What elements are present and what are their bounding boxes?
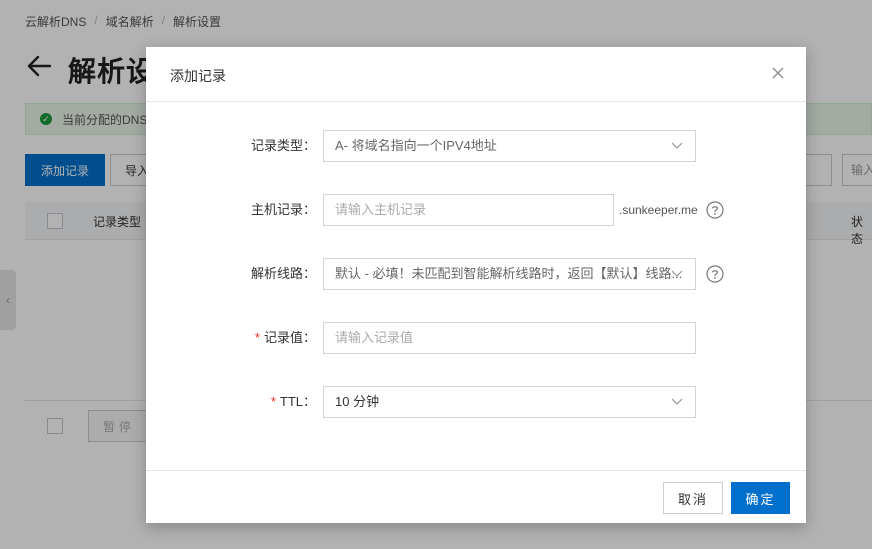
- record-value-row: * 记录值： 请输入记录值: [146, 322, 806, 354]
- help-icon[interactable]: [706, 201, 724, 219]
- chevron-down-icon: [671, 142, 683, 149]
- domain-suffix: .sunkeeper.me: [619, 203, 698, 217]
- ttl-row: * TTL： 10 分钟: [146, 386, 806, 418]
- record-value-placeholder: 请输入记录值: [335, 330, 414, 345]
- close-icon[interactable]: [770, 65, 786, 81]
- record-type-value: A- 将域名指向一个IPV4地址: [335, 138, 497, 153]
- record-value-input[interactable]: 请输入记录值: [323, 322, 696, 354]
- add-record-dialog: 添加记录 记录类型： A- 将域名指向一个IPV4地址 主机记录： 请输入主机记…: [146, 47, 806, 523]
- record-type-label: 记录类型：: [250, 138, 316, 153]
- resolution-line-row: 解析线路： 默认 - 必填！未匹配到智能解析线路时，返回【默认】线路...: [146, 258, 806, 290]
- host-record-label: 主机记录：: [250, 202, 316, 217]
- required-marker: *: [254, 330, 260, 345]
- dialog-footer: 取消 确定: [146, 470, 806, 523]
- resolution-line-value: 默认 - 必填！未匹配到智能解析线路时，返回【默认】线路...: [335, 266, 683, 281]
- cancel-button[interactable]: 取消: [663, 482, 723, 514]
- dialog-title: 添加记录: [170, 68, 226, 84]
- chevron-down-icon: [671, 398, 683, 405]
- resolution-line-select[interactable]: 默认 - 必填！未匹配到智能解析线路时，返回【默认】线路...: [323, 258, 696, 290]
- confirm-button[interactable]: 确定: [731, 482, 790, 514]
- dialog-header: 添加记录: [146, 47, 806, 102]
- ttl-value: 10 分钟: [335, 394, 380, 409]
- required-marker: *: [270, 394, 276, 409]
- host-record-row: 主机记录： 请输入主机记录 .sunkeeper.me: [146, 194, 806, 226]
- ttl-label: * TTL：: [270, 394, 316, 409]
- record-value-label: * 记录值：: [254, 330, 316, 345]
- chevron-down-icon: [671, 270, 683, 277]
- host-record-placeholder: 请输入主机记录: [335, 202, 427, 217]
- record-type-row: 记录类型： A- 将域名指向一个IPV4地址: [146, 130, 806, 162]
- host-record-input[interactable]: 请输入主机记录: [323, 194, 614, 226]
- ttl-select[interactable]: 10 分钟: [323, 386, 696, 418]
- resolution-line-label: 解析线路：: [250, 266, 316, 281]
- help-icon[interactable]: [706, 265, 724, 283]
- record-type-select[interactable]: A- 将域名指向一个IPV4地址: [323, 130, 696, 162]
